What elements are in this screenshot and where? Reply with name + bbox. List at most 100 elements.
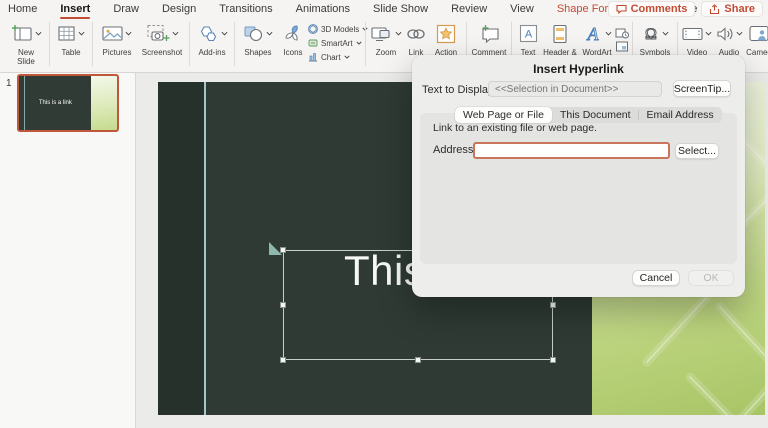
address-input-wrap	[473, 142, 670, 159]
select-button[interactable]: Select...	[675, 143, 719, 159]
chart-button[interactable]: Chart	[308, 51, 362, 64]
group-separator	[189, 22, 190, 66]
tab-email-address[interactable]: Email Address	[639, 107, 722, 123]
text-box-icon: A	[519, 24, 538, 43]
chevron-down-icon	[125, 31, 132, 36]
screenshot-button[interactable]: Screenshot	[138, 20, 186, 57]
resize-handle-middle-right[interactable]	[550, 302, 556, 308]
dialog-title: Insert Hyperlink	[412, 62, 745, 76]
add-ins-button[interactable]: Add-ins	[193, 20, 231, 57]
cameo-button[interactable]: Cameo	[745, 20, 768, 57]
table-button[interactable]: Table	[53, 20, 89, 57]
audio-button[interactable]: Audio	[713, 20, 745, 57]
audio-icon	[716, 26, 734, 42]
resize-handle-bottom-left[interactable]	[280, 357, 286, 363]
new-slide-icon	[11, 24, 33, 44]
slide-number-icon[interactable]	[615, 41, 629, 52]
address-label: Address:	[433, 144, 476, 156]
group-separator	[234, 22, 235, 66]
menu-tab-design[interactable]: Design	[162, 1, 196, 18]
pictures-icon	[102, 25, 123, 42]
chevron-down-icon	[356, 41, 362, 45]
link-button[interactable]: Link	[403, 20, 429, 57]
svg-text:A: A	[586, 24, 599, 44]
screentip-button[interactable]: ScreenTip...	[673, 80, 731, 97]
smartart-icon	[308, 38, 318, 48]
symbols-button[interactable]: Ω Symbols	[636, 20, 674, 57]
screenshot-icon	[146, 24, 170, 44]
text-to-display-field-wrap	[488, 81, 662, 97]
thumbnail-green-panel	[91, 76, 117, 130]
slide-accent-line	[204, 82, 206, 415]
share-icon	[709, 4, 720, 15]
text-to-display-label: Text to Display:	[422, 84, 497, 96]
smartart-button[interactable]: SmartArt	[308, 37, 362, 50]
date-time-icon[interactable]	[615, 28, 629, 39]
thumbnail-slide-preview: This is a link	[19, 76, 117, 130]
shapes-icon	[243, 24, 264, 43]
tab-this-document[interactable]: This Document	[552, 107, 639, 123]
menu-bar: Home Insert Draw Design Transitions Anim…	[0, 0, 768, 18]
group-separator	[49, 22, 50, 66]
svg-text:A: A	[524, 29, 532, 41]
cancel-button[interactable]: Cancel	[632, 270, 680, 286]
pictures-button[interactable]: Pictures	[96, 20, 138, 57]
slide-thumbnail-panel: 1 This is a link	[0, 73, 136, 428]
text-to-display-input[interactable]	[489, 82, 661, 96]
menu-tab-draw[interactable]: Draw	[113, 1, 139, 18]
wordart-button[interactable]: A WordArt	[579, 20, 615, 57]
comment-button[interactable]: Comment	[470, 20, 508, 57]
3d-models-icon	[308, 24, 318, 34]
tab-web-page-or-file[interactable]: Web Page or File	[455, 107, 552, 123]
thumbnail-slide-text: This is a link	[25, 76, 86, 130]
cameo-icon	[749, 25, 768, 42]
dialog-group-panel	[420, 113, 737, 264]
chevron-down-icon	[221, 31, 228, 36]
chevron-down-icon	[705, 31, 712, 36]
menu-tab-animations[interactable]: Animations	[296, 1, 350, 18]
comments-button[interactable]: Comments	[608, 1, 696, 17]
slide-left-strip	[158, 82, 204, 415]
menu-tab-view[interactable]: View	[510, 1, 534, 18]
link-description: Link to an existing file or web page.	[433, 122, 597, 134]
menu-tab-home[interactable]: Home	[8, 1, 37, 18]
ok-button[interactable]: OK	[688, 270, 734, 286]
dialog-tab-bar: Web Page or File This Document Email Add…	[455, 107, 722, 123]
resize-handle-bottom-middle[interactable]	[415, 357, 421, 363]
group-separator	[92, 22, 93, 66]
menu-tab-transitions[interactable]: Transitions	[219, 1, 272, 18]
chart-icon	[308, 52, 318, 62]
chevron-down-icon	[605, 31, 612, 36]
icons-icon	[283, 24, 303, 43]
zoom-button[interactable]: Zoom	[369, 20, 403, 57]
insert-hyperlink-dialog: Insert Hyperlink Text to Display: Screen…	[412, 55, 745, 297]
zoom-icon	[371, 25, 393, 43]
wordart-icon: A	[583, 24, 603, 44]
menu-tab-review[interactable]: Review	[451, 1, 487, 18]
resize-handle-middle-left[interactable]	[280, 302, 286, 308]
shapes-button[interactable]: Shapes	[238, 20, 278, 57]
menu-tab-insert[interactable]: Insert	[60, 1, 90, 18]
3d-models-button[interactable]: 3D Models	[308, 23, 362, 36]
video-button[interactable]: Video	[681, 20, 713, 57]
chevron-down-icon	[266, 31, 273, 36]
header-footer-button[interactable]: Header &	[541, 20, 579, 57]
link-icon	[406, 27, 426, 41]
chevron-down-icon	[35, 31, 42, 36]
resize-handle-top-left[interactable]	[280, 247, 286, 253]
slide-number: 1	[6, 78, 12, 89]
video-icon	[682, 26, 703, 42]
text-box-button[interactable]: A Text	[515, 20, 541, 57]
action-button[interactable]: Action	[429, 20, 463, 57]
comment-icon	[477, 24, 501, 44]
address-input[interactable]	[475, 144, 668, 157]
chevron-down-icon	[172, 31, 179, 36]
menu-tab-slide-show[interactable]: Slide Show	[373, 1, 428, 18]
chevron-down-icon	[344, 55, 350, 59]
share-button[interactable]: Share	[701, 1, 763, 17]
resize-handle-bottom-right[interactable]	[550, 357, 556, 363]
svg-text:Ω: Ω	[645, 26, 657, 43]
slide-thumbnail[interactable]: This is a link	[17, 74, 119, 132]
icons-button[interactable]: Icons	[278, 20, 308, 57]
new-slide-button[interactable]: New Slide	[6, 20, 46, 66]
